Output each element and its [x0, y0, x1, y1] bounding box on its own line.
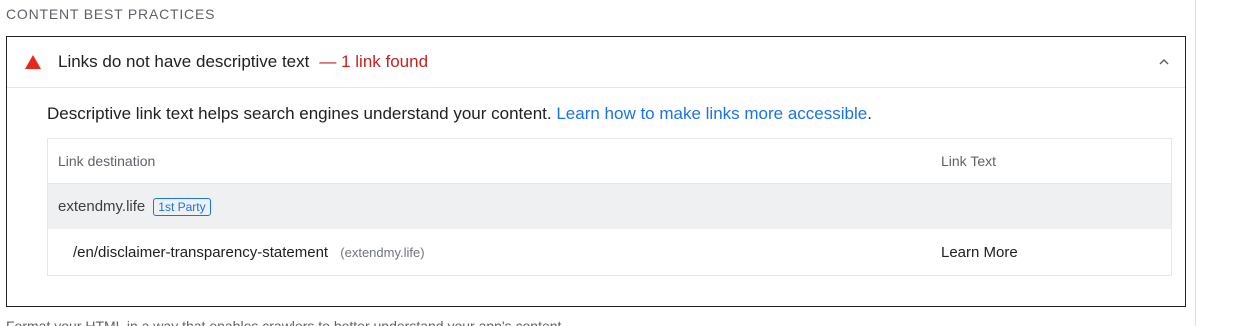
table-row: /en/disclaimer-transparency-statement (e…	[48, 229, 1171, 275]
header-link-destination: Link destination	[58, 153, 156, 169]
audit-title: Links do not have descriptive text	[58, 52, 310, 71]
link-url[interactable]: /en/disclaimer-transparency-statement	[73, 244, 328, 261]
warning-triangle-icon	[25, 55, 41, 69]
learn-more-link[interactable]: Learn how to make links more accessible	[556, 104, 867, 123]
link-host: (extendmy.life)	[340, 244, 425, 260]
audit-body: Descriptive link text helps search engin…	[7, 88, 1185, 276]
next-section-text: Format your HTML in a way that enables c…	[6, 318, 566, 326]
table-header: Link destination Link Text	[48, 139, 1171, 184]
entity-name: extendmy.life	[58, 198, 146, 215]
panel-divider	[1195, 0, 1196, 326]
section-title: CONTENT BEST PRACTICES	[6, 6, 216, 22]
audit-header[interactable]: Links do not have descriptive text — 1 l…	[7, 37, 1185, 88]
description-end: .	[867, 104, 872, 123]
header-link-text: Link Text	[941, 153, 996, 169]
seo-report-page: CONTENT BEST PRACTICES Links do not have…	[0, 0, 1251, 326]
audit-item-link-text: Links do not have descriptive text — 1 l…	[6, 36, 1186, 307]
link-destination-cell: /en/disclaimer-transparency-statement (e…	[48, 244, 941, 261]
first-party-badge: 1st Party	[153, 197, 211, 216]
chevron-up-icon[interactable]	[1157, 55, 1171, 69]
links-table: Link destination Link Text extendmy.life…	[47, 138, 1172, 276]
link-text-cell: Learn More	[941, 243, 1018, 261]
audit-display-value: — 1 link found	[319, 52, 429, 71]
entity-row: extendmy.life 1st Party	[48, 184, 1171, 229]
description-text: Descriptive link text helps search engin…	[47, 104, 557, 123]
audit-description: Descriptive link text helps search engin…	[47, 103, 1172, 125]
